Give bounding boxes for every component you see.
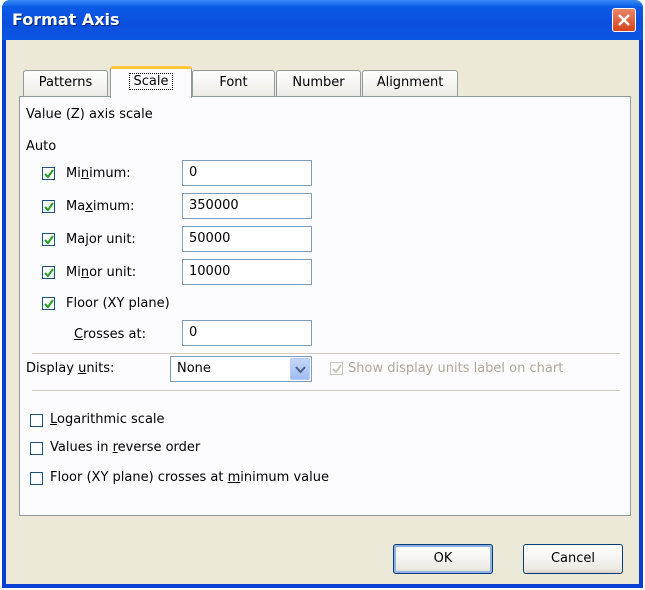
dropdown-button[interactable] <box>290 358 310 380</box>
minimum-input[interactable]: 0 <box>182 160 312 186</box>
close-icon <box>618 14 630 26</box>
maximum-input[interactable]: 350000 <box>182 193 312 219</box>
format-axis-dialog: Format Axis Patterns Scale Font Number A… <box>2 0 643 588</box>
logarithmic-label: Logarithmic scale <box>50 412 165 427</box>
tab-alignment[interactable]: Alignment <box>362 70 458 96</box>
dialog-client: Patterns Scale Font Number Alignment Val… <box>6 40 639 584</box>
ok-button[interactable]: OK <box>393 544 493 574</box>
major-unit-input[interactable]: 50000 <box>182 226 312 252</box>
major-unit-auto-checkbox[interactable] <box>42 233 55 246</box>
show-units-label-checkbox[interactable] <box>330 362 343 375</box>
scale-panel: Value (Z) axis scale Auto Minimum: 0 Max… <box>19 96 631 516</box>
maximum-auto-checkbox[interactable] <box>42 200 55 213</box>
tab-patterns[interactable]: Patterns <box>23 70 108 96</box>
minor-unit-auto-checkbox[interactable] <box>42 266 55 279</box>
checkmark-icon <box>44 299 54 309</box>
close-button[interactable] <box>612 8 636 32</box>
floor-label: Floor (XY plane) <box>66 296 170 311</box>
floor-min-label: Floor (XY plane) crosses at minimum valu… <box>50 470 329 485</box>
display-units-label: Display units: <box>26 361 115 376</box>
checkmark-icon <box>44 268 54 278</box>
display-units-select[interactable]: None <box>170 356 312 382</box>
cancel-button[interactable]: Cancel <box>523 544 623 574</box>
tab-number[interactable]: Number <box>276 70 361 96</box>
window-title: Format Axis <box>12 10 120 29</box>
chevron-down-icon <box>295 366 306 374</box>
minimum-auto-checkbox[interactable] <box>42 167 55 180</box>
reverse-order-label: Values in reverse order <box>50 440 201 455</box>
axis-scale-heading: Value (Z) axis scale <box>26 107 153 122</box>
tab-font[interactable]: Font <box>192 70 275 96</box>
maximum-label: Maximum: <box>66 199 135 214</box>
auto-label: Auto <box>26 139 57 154</box>
logarithmic-checkbox[interactable] <box>30 414 43 427</box>
minor-unit-input[interactable]: 10000 <box>182 259 312 285</box>
checkmark-icon <box>44 202 54 212</box>
checkmark-icon <box>44 235 54 245</box>
checkmark-icon <box>332 364 342 374</box>
crosses-at-input[interactable]: 0 <box>182 320 312 346</box>
separator <box>32 390 620 392</box>
crosses-at-label: Crosses at: <box>74 327 146 342</box>
checkmark-icon <box>44 169 54 179</box>
display-units-value: None <box>177 361 211 376</box>
show-units-label-text: Show display units label on chart <box>348 361 564 376</box>
reverse-order-checkbox[interactable] <box>30 442 43 455</box>
minimum-label: Minimum: <box>66 166 131 181</box>
major-unit-label: Major unit: <box>66 232 136 247</box>
minor-unit-label: Minor unit: <box>66 265 137 280</box>
title-bar[interactable]: Format Axis <box>2 0 643 40</box>
tab-scale[interactable]: Scale <box>110 66 192 98</box>
floor-auto-checkbox[interactable] <box>42 297 55 310</box>
separator <box>32 353 620 355</box>
floor-min-checkbox[interactable] <box>30 472 43 485</box>
